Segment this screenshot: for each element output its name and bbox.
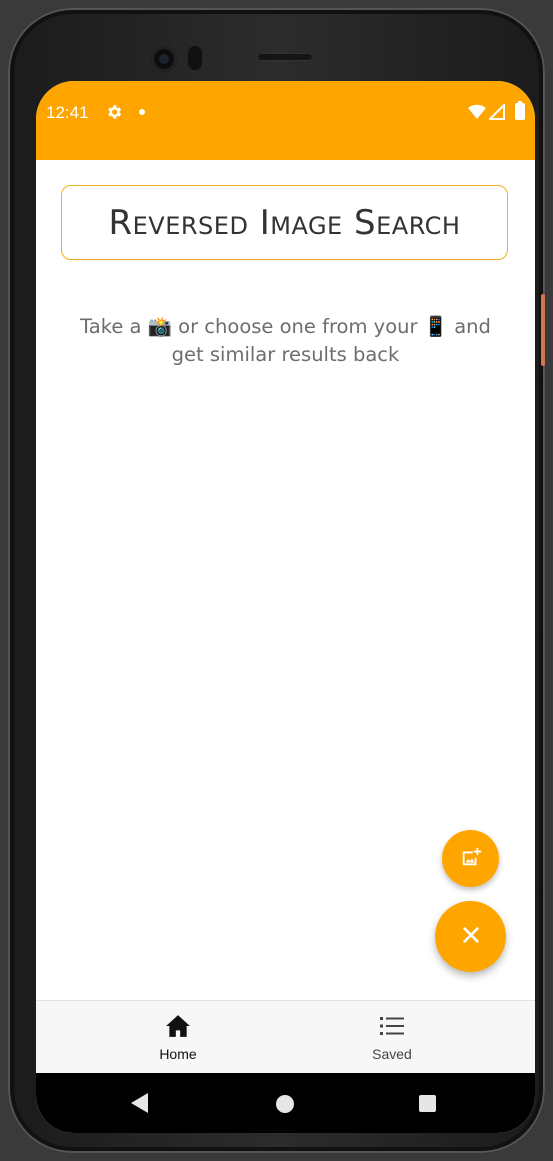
- instruction-line-1: Take a 📸 or choose one from your 📱 and: [80, 315, 491, 338]
- home-circle-icon[interactable]: [276, 1095, 294, 1113]
- screen: 12:41 Reversed Image Search Take a 📸 or …: [36, 81, 535, 1133]
- home-icon: [165, 1014, 191, 1042]
- nav-label-saved: Saved: [372, 1045, 412, 1062]
- recents-icon[interactable]: [419, 1095, 436, 1112]
- add-photo-icon: [460, 846, 482, 872]
- instruction-line-2: get similar results back: [171, 343, 400, 366]
- phone-frame: 12:41 Reversed Image Search Take a 📸 or …: [8, 8, 545, 1153]
- close-icon: [462, 926, 480, 948]
- instruction-text: Take a 📸 or choose one from your 📱 and g…: [56, 313, 515, 369]
- wifi-icon: [468, 104, 486, 123]
- nav-item-saved[interactable]: Saved: [292, 1001, 492, 1074]
- app-title: Reversed Image Search: [108, 202, 461, 243]
- bottom-navigation: Home Saved: [36, 1000, 535, 1074]
- proximity-sensor: [188, 46, 202, 70]
- list-icon: [379, 1014, 405, 1042]
- add-image-button[interactable]: [442, 830, 499, 887]
- status-time: 12:41: [46, 103, 89, 122]
- status-bar: 12:41: [36, 81, 535, 160]
- front-camera: [151, 46, 177, 72]
- signal-icon: [487, 102, 505, 124]
- back-icon[interactable]: [131, 1093, 149, 1117]
- close-fab-button[interactable]: [435, 901, 506, 972]
- gear-icon: [105, 103, 123, 125]
- system-navigation-bar: [36, 1073, 535, 1133]
- nav-label-home: Home: [159, 1045, 197, 1062]
- earpiece-speaker: [257, 53, 313, 61]
- nav-item-home[interactable]: Home: [78, 1001, 278, 1074]
- notification-dot-icon: [139, 109, 145, 115]
- battery-icon: [515, 101, 525, 120]
- power-button: [541, 294, 545, 366]
- app-title-box: Reversed Image Search: [61, 185, 508, 260]
